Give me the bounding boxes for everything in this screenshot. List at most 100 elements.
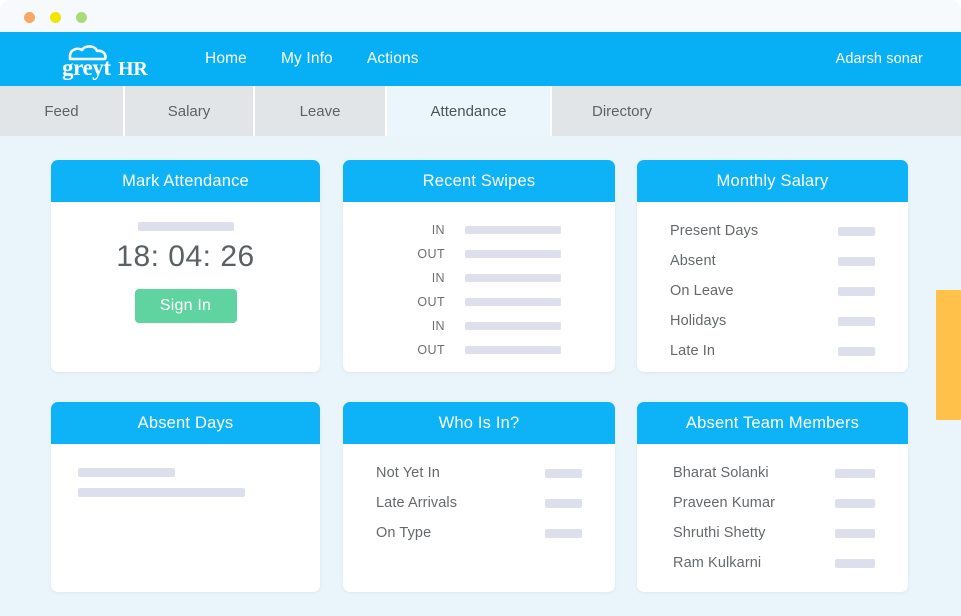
swipe-time-placeholder	[465, 226, 561, 234]
team-member-value-placeholder	[835, 558, 875, 568]
salary-metric-label: Present Days	[670, 223, 759, 239]
dashboard-content: Mark Attendance 18: 04: 26 Sign In Recen…	[0, 136, 961, 616]
who-is-in-metric-label: Not Yet In	[376, 465, 440, 481]
salary-value-placeholder	[838, 256, 875, 266]
nav-link-home[interactable]: Home	[205, 50, 247, 68]
salary-value-placeholder	[838, 226, 875, 236]
swipe-row: OUT	[343, 338, 615, 362]
brand-logo[interactable]: greyt HR	[52, 39, 158, 81]
swipe-time-placeholder	[465, 322, 561, 330]
card-absent-team-members: Absent Team Members Bharat Solanki Prave…	[637, 402, 908, 592]
swipe-direction-label: IN	[431, 319, 445, 333]
team-member-name: Shruthi Shetty	[673, 525, 766, 541]
list-item: Absent	[637, 246, 908, 276]
nav-link-actions[interactable]: Actions	[367, 50, 419, 68]
swipe-direction-label: OUT	[417, 247, 445, 261]
team-member-value-placeholder	[835, 498, 875, 508]
swipe-direction-label: IN	[431, 271, 445, 285]
sign-in-button[interactable]: Sign In	[134, 289, 237, 323]
who-is-in-value-placeholder	[545, 528, 582, 538]
card-title-absent-days: Absent Days	[51, 402, 320, 444]
salary-metric-label: Late In	[670, 343, 716, 359]
greythr-logo-icon: greyt HR	[62, 45, 149, 80]
who-is-in-value-placeholder	[545, 468, 582, 478]
swipe-direction-label: OUT	[417, 295, 445, 309]
team-member-name: Ram Kulkarni	[673, 555, 762, 571]
primary-nav-links: Home My Info Actions	[205, 32, 419, 86]
card-body-recent-swipes: IN OUT IN OUT IN OUT	[343, 202, 615, 372]
list-item: Present Days	[637, 216, 908, 246]
card-title-monthly-salary: Monthly Salary	[637, 160, 908, 202]
close-dot[interactable]	[24, 12, 35, 23]
swipe-list: IN OUT IN OUT IN OUT	[343, 218, 615, 362]
list-item: Shruthi Shetty	[637, 518, 908, 548]
date-placeholder-bar	[137, 222, 234, 231]
vertical-scrollbar-thumb[interactable]	[936, 290, 961, 420]
salary-metric-label: Absent	[670, 253, 716, 269]
absent-days-placeholder-bar	[78, 488, 245, 497]
swipe-row: IN	[343, 218, 615, 242]
list-item: Bharat Solanki	[637, 458, 908, 488]
salary-metric-label: Holidays	[670, 313, 727, 329]
window-titlebar	[0, 0, 961, 32]
swipe-row: OUT	[343, 290, 615, 314]
card-who-is-in: Who Is In? Not Yet In Late Arrivals On T…	[343, 402, 615, 592]
absent-team-members-list: Bharat Solanki Praveen Kumar Shruthi She…	[637, 458, 908, 578]
section-tabs: Feed Salary Leave Attendance Directory	[0, 86, 961, 136]
svg-text:HR: HR	[118, 58, 148, 80]
team-member-value-placeholder	[835, 468, 875, 478]
who-is-in-value-placeholder	[545, 498, 582, 508]
swipe-time-placeholder	[465, 298, 561, 306]
list-item: On Type	[343, 518, 615, 548]
swipe-time-placeholder	[465, 346, 561, 354]
card-body-who-is-in: Not Yet In Late Arrivals On Type	[343, 444, 615, 592]
card-recent-swipes: Recent Swipes IN OUT IN OUT IN OUT	[343, 160, 615, 372]
vertical-scrollbar-track[interactable]	[936, 136, 961, 616]
tab-leave[interactable]: Leave	[255, 86, 385, 136]
tab-attendance[interactable]: Attendance	[387, 86, 550, 136]
list-item: Ram Kulkarni	[637, 548, 908, 578]
card-title-recent-swipes: Recent Swipes	[343, 160, 615, 202]
who-is-in-list: Not Yet In Late Arrivals On Type	[343, 458, 615, 548]
card-monthly-salary: Monthly Salary Present Days Absent On Le…	[637, 160, 908, 372]
list-item: Praveen Kumar	[637, 488, 908, 518]
list-item: Late In	[637, 336, 908, 366]
absent-days-placeholder-bar	[78, 468, 175, 477]
card-mark-attendance: Mark Attendance 18: 04: 26 Sign In	[51, 160, 320, 372]
maximize-dot[interactable]	[76, 12, 87, 23]
salary-value-placeholder	[838, 286, 875, 296]
swipe-direction-label: OUT	[417, 343, 445, 357]
swipe-time-placeholder	[465, 250, 561, 258]
swipe-direction-label: IN	[431, 223, 445, 237]
card-title-absent-team-members: Absent Team Members	[637, 402, 908, 444]
salary-value-placeholder	[838, 316, 875, 326]
who-is-in-metric-label: On Type	[376, 525, 432, 541]
swipe-row: OUT	[343, 242, 615, 266]
list-item: On Leave	[637, 276, 908, 306]
card-title-who-is-in: Who Is In?	[343, 402, 615, 444]
salary-metric-label: On Leave	[670, 283, 734, 299]
who-is-in-metric-label: Late Arrivals	[376, 495, 458, 511]
monthly-salary-list: Present Days Absent On Leave Holidays La…	[637, 216, 908, 366]
card-body-absent-team-members: Bharat Solanki Praveen Kumar Shruthi She…	[637, 444, 908, 592]
svg-text:greyt: greyt	[62, 55, 111, 80]
list-item: Holidays	[637, 306, 908, 336]
user-account-menu[interactable]: Adarsh sonar	[836, 32, 923, 86]
swipe-row: IN	[343, 314, 615, 338]
card-title-mark-attendance: Mark Attendance	[51, 160, 320, 202]
tab-directory[interactable]: Directory	[552, 86, 961, 136]
attendance-clock: 18: 04: 26	[116, 240, 255, 273]
team-member-name: Praveen Kumar	[673, 495, 776, 511]
team-member-value-placeholder	[835, 528, 875, 538]
card-body-absent-days	[51, 444, 320, 592]
list-item: Late Arrivals	[343, 488, 615, 518]
list-item: Not Yet In	[343, 458, 615, 488]
tab-feed[interactable]: Feed	[0, 86, 123, 136]
swipe-time-placeholder	[465, 274, 561, 282]
app-window: greyt HR Home My Info Actions Adarsh son…	[0, 0, 961, 616]
absent-days-placeholder-group	[78, 468, 245, 508]
tab-salary[interactable]: Salary	[125, 86, 253, 136]
nav-link-my-info[interactable]: My Info	[281, 50, 333, 68]
swipe-row: IN	[343, 266, 615, 290]
minimize-dot[interactable]	[50, 12, 61, 23]
